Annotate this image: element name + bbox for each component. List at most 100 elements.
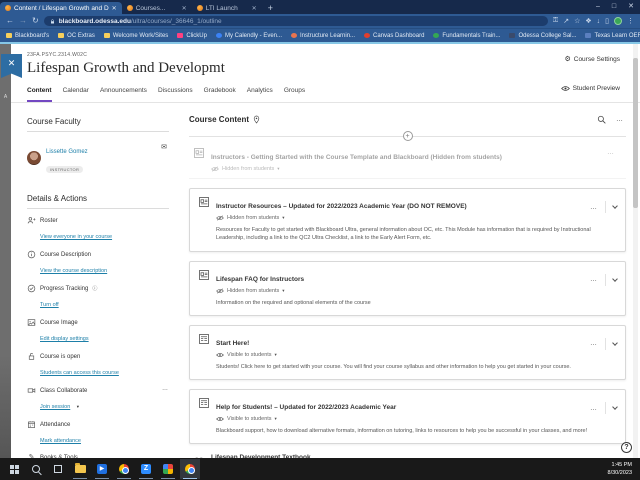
photos-app-button[interactable] (158, 459, 178, 479)
chevron-down-icon (612, 203, 618, 209)
item-menu-icon[interactable]: … (590, 204, 605, 211)
expand-chevron[interactable] (605, 402, 618, 414)
browser-tab-courses[interactable]: Courses... ✕ (122, 2, 192, 14)
refresh-button[interactable]: ↻ (32, 14, 39, 28)
tab-gradebook[interactable]: Gradebook (204, 87, 236, 102)
visibility-row[interactable]: Visible to students ▾ (216, 416, 617, 422)
join-session-link[interactable]: Join session (40, 404, 70, 410)
share-icon[interactable]: ↗ (563, 17, 569, 25)
item-menu-icon[interactable]: … (607, 149, 622, 156)
task-view-button[interactable] (48, 459, 68, 479)
bookmark-item[interactable]: OC Extras (58, 33, 95, 39)
tab-discussions[interactable]: Discussions (158, 87, 193, 102)
bookmark-item[interactable]: Welcome Work/Sites (103, 33, 168, 39)
item-menu-icon[interactable]: … (590, 276, 605, 283)
course-image-link[interactable]: Edit display settings (40, 336, 89, 342)
new-tab-button[interactable]: + (262, 2, 279, 14)
content-item-title[interactable]: Help for Students! – Updated for 2022/20… (216, 404, 396, 411)
bookmark-item[interactable]: ClickUp (177, 33, 207, 39)
bookmark-item[interactable]: My Calendly - Even... (215, 33, 282, 39)
info-tooltip-icon[interactable]: ⓘ (92, 285, 97, 292)
visibility-row[interactable]: Hidden from students ▾ (216, 215, 617, 221)
attendance-link[interactable]: Mark attendance (40, 438, 81, 444)
content-item-title[interactable]: Instructor Resources – Updated for 2022/… (216, 203, 467, 210)
bookmark-item[interactable]: Instructure Learnin... (291, 33, 355, 39)
minimize-button[interactable]: – (590, 0, 606, 14)
content-item-card[interactable]: Help for Students! – Updated for 2022/20… (189, 389, 626, 445)
taskbar-search-button[interactable] (26, 459, 46, 479)
scrollbar-thumb[interactable] (633, 58, 638, 208)
roster-link[interactable]: View everyone in your course (40, 234, 112, 240)
item-menu-icon[interactable]: … (590, 405, 605, 412)
collaborate-menu-icon[interactable]: … (162, 386, 169, 392)
zoom-app-button[interactable]: Z (136, 459, 156, 479)
chrome-button[interactable] (114, 459, 134, 479)
message-icon[interactable]: ✉ (161, 143, 167, 151)
visibility-label: Visible to students (227, 416, 272, 422)
visibility-row[interactable]: Hidden from students ▾ (211, 166, 622, 172)
course-open-link[interactable]: Students can access this course (40, 370, 119, 376)
instructor-avatar[interactable] (27, 151, 41, 165)
visibility-row[interactable]: Visible to students ▾ (216, 352, 617, 358)
tab-analytics[interactable]: Analytics (247, 87, 273, 102)
content-menu-icon[interactable]: … (616, 116, 624, 123)
detail-course-image: Course Image Edit display settings (27, 318, 169, 345)
search-icon[interactable] (597, 115, 606, 124)
course-settings-button[interactable]: ⚙ Course Settings (564, 55, 620, 64)
extensions-icon[interactable]: ❖ (585, 17, 591, 25)
browser-tab-lti[interactable]: LTI Launch ✕ (192, 2, 262, 14)
course-description-link[interactable]: View the course description (40, 268, 107, 274)
tab-announcements[interactable]: Announcements (100, 87, 147, 102)
content-item-card[interactable]: Lifespan FAQ for Instructors Hidden from… (189, 260, 626, 316)
browser-menu-icon[interactable]: ⋮ (627, 17, 634, 25)
maximize-button[interactable]: □ (606, 0, 622, 14)
bookmark-item[interactable]: Texas Learn OER (585, 33, 640, 39)
chrome-active-button[interactable] (180, 459, 200, 479)
visibility-row[interactable]: Hidden from students ▾ (216, 288, 617, 294)
expand-chevron[interactable] (605, 201, 618, 213)
expand-chevron[interactable] (605, 273, 618, 286)
media-app-button[interactable]: ▶ (92, 459, 112, 479)
content-item-title[interactable]: Instructors - Getting Started with the C… (211, 154, 502, 161)
file-explorer-button[interactable] (70, 459, 90, 479)
bookmark-item[interactable]: Fundamentals Train... (433, 33, 500, 39)
content-item-ghost[interactable]: Instructors - Getting Started with the C… (189, 143, 626, 179)
tab-calendar[interactable]: Calendar (63, 87, 89, 102)
content-item-card[interactable]: Start Here! Visible to students ▾ Studen… (189, 324, 626, 380)
bookmark-item[interactable]: Canvas Dashboard (364, 33, 424, 39)
tab-content[interactable]: Content (27, 87, 52, 102)
profile-avatar[interactable] (614, 17, 622, 25)
page-scrollbar[interactable] (633, 44, 638, 458)
caret-down-icon[interactable]: ▾ (77, 404, 79, 409)
folder-icon (103, 33, 110, 38)
taskbar-clock[interactable]: 1:45 PM 8/30/2023 (608, 461, 636, 478)
student-preview-button[interactable]: Student Preview (560, 85, 620, 92)
tab-groups[interactable]: Groups (284, 87, 305, 102)
instructor-name[interactable]: Lissette Gomez (46, 149, 88, 155)
content-item-partial[interactable]: Lifespan Development Textbook (189, 444, 626, 458)
bookmark-item[interactable]: Blackboard's (6, 33, 49, 39)
address-bar[interactable]: blackboard.odessa.edu/ultra/courses/_366… (43, 16, 548, 26)
progress-tracking-link[interactable]: Turn off (40, 302, 59, 308)
downloads-icon[interactable]: ↓ (597, 18, 601, 25)
bookmark-star-icon[interactable]: ☆ (574, 17, 580, 25)
expand-chevron[interactable] (605, 337, 618, 350)
content-item-title[interactable]: Start Here! (216, 340, 249, 347)
forward-button[interactable]: → (19, 14, 27, 28)
close-window-button[interactable]: ✕ (622, 0, 640, 14)
content-item-title[interactable]: Lifespan FAQ for Instructors (216, 276, 304, 283)
item-menu-icon[interactable]: … (590, 340, 605, 347)
help-button[interactable]: ? (621, 442, 632, 453)
student-preview-icon (560, 86, 570, 91)
back-button[interactable]: ← (6, 14, 14, 28)
password-key-icon[interactable]: ⚿ (553, 17, 558, 25)
start-button[interactable] (4, 459, 24, 479)
browser-tab-active[interactable]: Content / Lifespan Growth and D ✕ (0, 2, 122, 14)
add-content-button[interactable]: + (402, 131, 413, 141)
side-panel-icon[interactable]: ▯ (605, 17, 609, 25)
tab-close-icon[interactable]: ✕ (252, 5, 257, 12)
content-item-card[interactable]: Instructor Resources – Updated for 2022/… (189, 188, 626, 252)
bookmark-item[interactable]: Odessa College Sal... (509, 33, 576, 39)
tab-close-icon[interactable]: ✕ (182, 5, 187, 12)
tab-close-icon[interactable]: ✕ (112, 5, 117, 12)
